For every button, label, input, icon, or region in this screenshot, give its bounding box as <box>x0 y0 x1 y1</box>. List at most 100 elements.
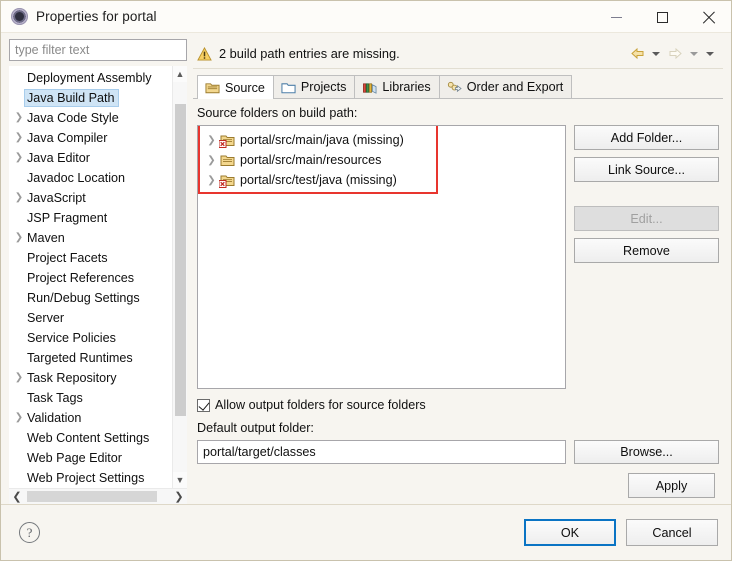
sidebar-item-task-tags[interactable]: Task Tags <box>9 388 172 408</box>
source-folder-entry[interactable]: ❯ portal/src/main/resources <box>198 150 565 170</box>
sidebar-item-targeted-runtimes[interactable]: Targeted Runtimes <box>9 348 172 368</box>
sidebar-item-web-page-editor[interactable]: Web Page Editor <box>9 448 172 468</box>
sidebar-item-deployment-assembly[interactable]: Deployment Assembly <box>9 68 172 88</box>
sidebar-item-project-facets[interactable]: Project Facets <box>9 248 172 268</box>
sidebar-item-project-references[interactable]: Project References <box>9 268 172 288</box>
remove-button[interactable]: Remove <box>574 238 719 263</box>
chevron-down-icon <box>690 51 698 56</box>
tab-projects[interactable]: Projects <box>272 75 356 98</box>
default-output-folder-input[interactable] <box>197 440 566 464</box>
libraries-books-icon <box>362 81 377 94</box>
source-folders-label: Source folders on build path: <box>197 106 719 120</box>
link-source-button[interactable]: Link Source... <box>574 157 719 182</box>
minimize-button[interactable] <box>593 1 639 33</box>
sidebar-item-label: Run/Debug Settings <box>27 291 140 305</box>
add-folder-button[interactable]: Add Folder... <box>574 125 719 150</box>
tab-order-and-export[interactable]: Order and Export <box>438 75 573 98</box>
chevron-right-icon[interactable]: ❯ <box>204 155 219 166</box>
sidebar-item-java-code-style[interactable]: ❯ Java Code Style <box>9 108 172 128</box>
sidebar-item-label: Web Project Settings <box>27 471 145 485</box>
sidebar-item-label: Web Content Settings <box>27 431 150 445</box>
sidebar-item-javadoc-location[interactable]: Javadoc Location <box>9 168 172 188</box>
apply-button[interactable]: Apply <box>628 473 715 498</box>
source-folder-icon <box>205 81 220 94</box>
chevron-right-icon[interactable]: ❯ <box>11 193 27 203</box>
tree-vertical-scrollbar[interactable]: ▲ ▼ <box>172 66 187 488</box>
sidebar-item-task-repository[interactable]: ❯ Task Repository <box>9 368 172 388</box>
scroll-up-icon[interactable]: ▲ <box>173 66 187 82</box>
sidebar-item-javascript[interactable]: ❯ JavaScript <box>9 188 172 208</box>
sidebar-item-label: Java Editor <box>27 151 90 165</box>
apply-row: Apply <box>197 464 719 504</box>
settings-navigation-panel: Deployment AssemblyJava Build Path❯Java … <box>9 39 187 504</box>
source-folder-entry[interactable]: ❯ portal/src/test/java (missing) <box>198 170 565 190</box>
source-folders-list[interactable]: ❯ portal/src/main/java (missing) ❯ portal/s… <box>197 125 566 389</box>
hscroll-thumb[interactable] <box>27 491 157 502</box>
sidebar-item-server[interactable]: Server <box>9 308 172 328</box>
sidebar-item-run-debug-settings[interactable]: Run/Debug Settings <box>9 288 172 308</box>
back-arrow-icon <box>630 47 643 60</box>
chevron-right-icon[interactable]: ❯ <box>204 175 219 186</box>
sidebar-item-web-content-settings[interactable]: Web Content Settings <box>9 428 172 448</box>
sidebar-item-label: Web Page Editor <box>27 451 122 465</box>
chevron-right-icon[interactable]: ❯ <box>204 135 219 146</box>
history-overflow-menu-button[interactable] <box>703 44 717 64</box>
sidebar-item-label: Java Build Path <box>25 90 118 106</box>
scroll-down-icon[interactable]: ▼ <box>173 472 187 488</box>
vscroll-track[interactable] <box>173 82 187 472</box>
sidebar-item-label: Project Facets <box>27 251 108 265</box>
chevron-right-icon[interactable]: ❯ <box>11 133 27 143</box>
vscroll-thumb[interactable] <box>175 104 186 416</box>
ok-button[interactable]: OK <box>524 519 616 546</box>
projects-folder-icon <box>281 81 296 94</box>
filter-input[interactable] <box>9 39 187 61</box>
sidebar-item-maven[interactable]: ❯ Maven <box>9 228 172 248</box>
tab-source[interactable]: Source <box>197 75 274 99</box>
sidebar-item-jsp-fragment[interactable]: JSP Fragment <box>9 208 172 228</box>
scroll-left-icon[interactable]: ❮ <box>9 490 25 503</box>
sidebar-item-validation[interactable]: ❯ Validation <box>9 408 172 428</box>
help-question-icon[interactable]: ? <box>19 522 40 543</box>
browse-button[interactable]: Browse... <box>574 440 719 464</box>
maximize-button[interactable] <box>639 1 685 33</box>
back-history-menu-button[interactable] <box>649 44 663 64</box>
allow-output-folders-label: Allow output folders for source folders <box>215 398 426 412</box>
sidebar-item-java-build-path[interactable]: Java Build Path <box>9 88 172 108</box>
sidebar-item-label: Deployment Assembly <box>27 71 152 85</box>
sidebar-item-java-compiler[interactable]: ❯ Java Compiler <box>9 128 172 148</box>
forward-history-menu-button[interactable] <box>687 44 701 64</box>
forward-button[interactable] <box>665 44 685 64</box>
message-bar: 2 build path entries are missing. <box>193 39 723 69</box>
settings-tree[interactable]: Deployment Assembly Java Build Path ❯ Java … <box>9 66 172 488</box>
footer-buttons: OK Cancel <box>524 519 718 546</box>
sidebar-item-web-project-settings[interactable]: Web Project Settings <box>9 468 172 488</box>
properties-dialog-window: Properties for portal Deployment Assembl… <box>0 0 732 561</box>
allow-output-folders-row[interactable]: Allow output folders for source folders <box>197 398 719 412</box>
chevron-right-icon[interactable]: ❯ <box>11 413 27 423</box>
chevron-right-icon[interactable]: ❯ <box>11 153 27 163</box>
chevron-right-icon[interactable]: ❯ <box>11 373 27 383</box>
settings-tree-wrapper: Deployment Assembly Java Build Path ❯ Java … <box>9 66 187 504</box>
maximize-icon <box>656 11 668 23</box>
message-text: 2 build path entries are missing. <box>219 46 400 61</box>
close-button[interactable] <box>685 1 731 33</box>
sidebar-item-service-policies[interactable]: Service Policies <box>9 328 172 348</box>
sidebar-item-label: Validation <box>27 411 82 425</box>
scroll-right-icon[interactable]: ❯ <box>171 490 187 503</box>
tree-horizontal-scrollbar[interactable]: ❮ ❯ <box>9 488 187 504</box>
allow-output-folders-checkbox[interactable] <box>197 398 210 412</box>
back-button[interactable] <box>627 44 647 64</box>
chevron-right-icon[interactable]: ❯ <box>11 233 27 243</box>
sidebar-item-label: JavaScript <box>27 191 86 205</box>
tab-libraries[interactable]: Libraries <box>354 75 440 98</box>
default-output-folder-row: Browse... <box>197 440 719 464</box>
source-folder-entry[interactable]: ❯ portal/src/main/java (missing) <box>198 130 565 150</box>
warning-icon <box>197 46 212 61</box>
tab-label: Libraries <box>382 80 431 94</box>
sidebar-item-java-editor[interactable]: ❯ Java Editor <box>9 148 172 168</box>
sidebar-item-label: Service Policies <box>27 331 116 345</box>
cancel-button[interactable]: Cancel <box>626 519 718 546</box>
build-path-tabs[interactable]: Source Projects Libraries Order and Export <box>193 75 723 99</box>
hscroll-track[interactable] <box>25 490 171 503</box>
chevron-right-icon[interactable]: ❯ <box>11 113 27 123</box>
